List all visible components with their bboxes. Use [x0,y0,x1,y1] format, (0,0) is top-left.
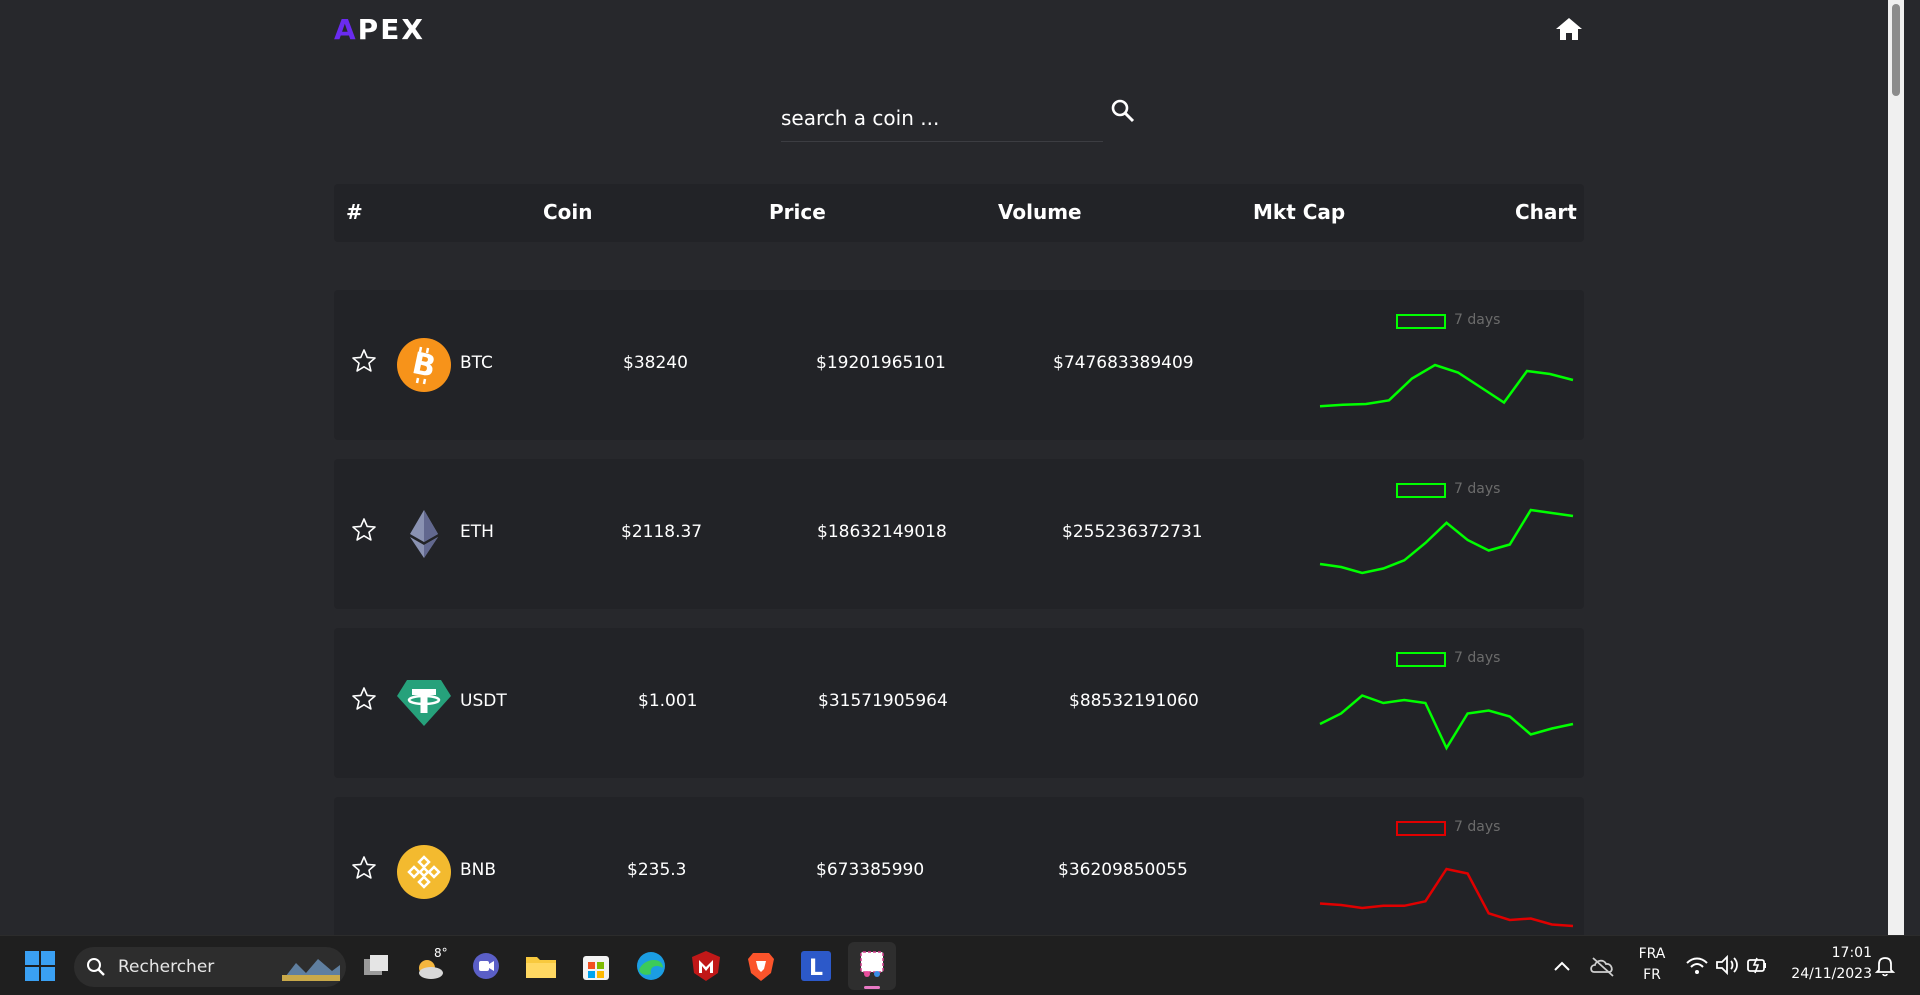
weather-temperature: 8° [434,946,448,960]
logo-accent: A [334,13,358,46]
tether-icon [397,680,451,726]
sparkline-chart [1319,363,1574,408]
task-view-icon[interactable] [358,948,394,984]
column-mkt-cap: Mkt Cap [1253,200,1346,224]
app-page: APEX # Coin Price Volume Mkt Cap Chart B… [0,0,1904,935]
column-volume: Volume [998,200,1082,224]
coin-volume: $18632149018 [817,522,947,542]
sparkline-chart [1319,508,1574,575]
clock-time[interactable]: 17:01 [1780,945,1872,961]
table-row[interactable]: B BTC $38240 $19201965101 $747683389409 … [334,290,1584,440]
column-coin: Coin [543,200,593,224]
teams-icon[interactable] [468,948,504,984]
l-app-icon[interactable]: L [798,948,834,984]
clock-date[interactable]: 24/11/2023 [1780,966,1872,982]
search-icon [87,958,105,976]
sparkline-series [1319,363,1574,408]
coin-symbol: USDT [460,691,507,711]
column-chart: Chart [1515,200,1577,224]
favorite-star-icon[interactable] [351,348,377,374]
sparkline-series [1319,508,1574,575]
coin-price: $1.001 [638,691,698,711]
snipping-tool-button[interactable] [848,942,896,990]
coin-mkt-cap: $747683389409 [1053,353,1194,373]
search-input[interactable] [781,96,1081,140]
windows-start-icon[interactable] [22,948,58,984]
coin-symbol: ETH [460,522,494,542]
snipping-tool-icon [860,951,884,977]
active-app-indicator [864,986,880,989]
coin-price: $38240 [623,353,688,373]
ethereum-icon [410,510,438,558]
bnb-icon [397,845,451,899]
svg-text:L: L [809,956,823,981]
coin-price: $235.3 [627,860,687,880]
scrollbar-thumb[interactable] [1892,4,1900,96]
logo-text: PEX [357,13,425,46]
column-rank: # [346,200,363,224]
edge-browser-icon[interactable] [633,948,669,984]
coin-volume: $673385990 [816,860,925,880]
favorite-star-icon[interactable] [351,855,377,881]
notification-bell-icon[interactable] [1872,952,1898,978]
column-price: Price [769,200,826,224]
sparkline-chart [1319,867,1574,928]
taskbar-search[interactable]: Rechercher [74,947,346,987]
coin-mkt-cap: $88532191060 [1069,691,1199,711]
file-explorer-icon[interactable] [523,948,559,984]
keyboard-layout[interactable]: FR [1634,967,1670,983]
taskbar-search-label: Rechercher [118,957,215,977]
table-header: # Coin Price Volume Mkt Cap Chart [334,184,1584,242]
coin-volume: $19201965101 [816,353,946,373]
sparkline-chart [1319,694,1574,751]
home-icon[interactable] [1555,16,1583,42]
chevron-up-icon[interactable] [1548,952,1576,980]
favorite-star-icon[interactable] [351,686,377,712]
vertical-scrollbar[interactable] [1888,0,1904,935]
landscape-icon [282,959,340,981]
volume-icon[interactable] [1714,952,1740,978]
mcafee-icon[interactable] [688,948,724,984]
microsoft-store-icon[interactable] [578,948,614,984]
coin-mkt-cap: $36209850055 [1058,860,1188,880]
input-language[interactable]: FRA [1634,946,1670,962]
table-row[interactable]: ETH $2118.37 $18632149018 $255236372731 … [334,459,1584,609]
search-field [781,96,1103,142]
coin-volume: $31571905964 [818,691,948,711]
sparkline-series [1319,867,1574,928]
brave-browser-icon[interactable] [743,948,779,984]
favorite-star-icon[interactable] [351,517,377,543]
search-icon[interactable] [1110,98,1136,124]
sparkline-series [1319,694,1574,751]
bitcoin-icon: B [397,338,451,392]
table-row[interactable]: $235.3 BNB $673385990 $36209850055 7 day… [334,797,1584,935]
onedrive-offline-icon[interactable] [1588,952,1618,980]
coin-price: $2118.37 [621,522,703,542]
coin-symbol: BNB [460,860,497,880]
coin-mkt-cap: $255236372731 [1062,522,1203,542]
wifi-icon[interactable] [1684,952,1710,978]
table-row[interactable]: USDT $1.001 $31571905964 $88532191060 7 … [334,628,1584,778]
taskbar: Rechercher 8° L FRA FR 17:01 24/11/2023 [0,935,1920,995]
logo[interactable]: APEX [334,13,425,46]
coin-symbol: BTC [460,353,493,373]
battery-charging-icon[interactable] [1744,952,1770,978]
